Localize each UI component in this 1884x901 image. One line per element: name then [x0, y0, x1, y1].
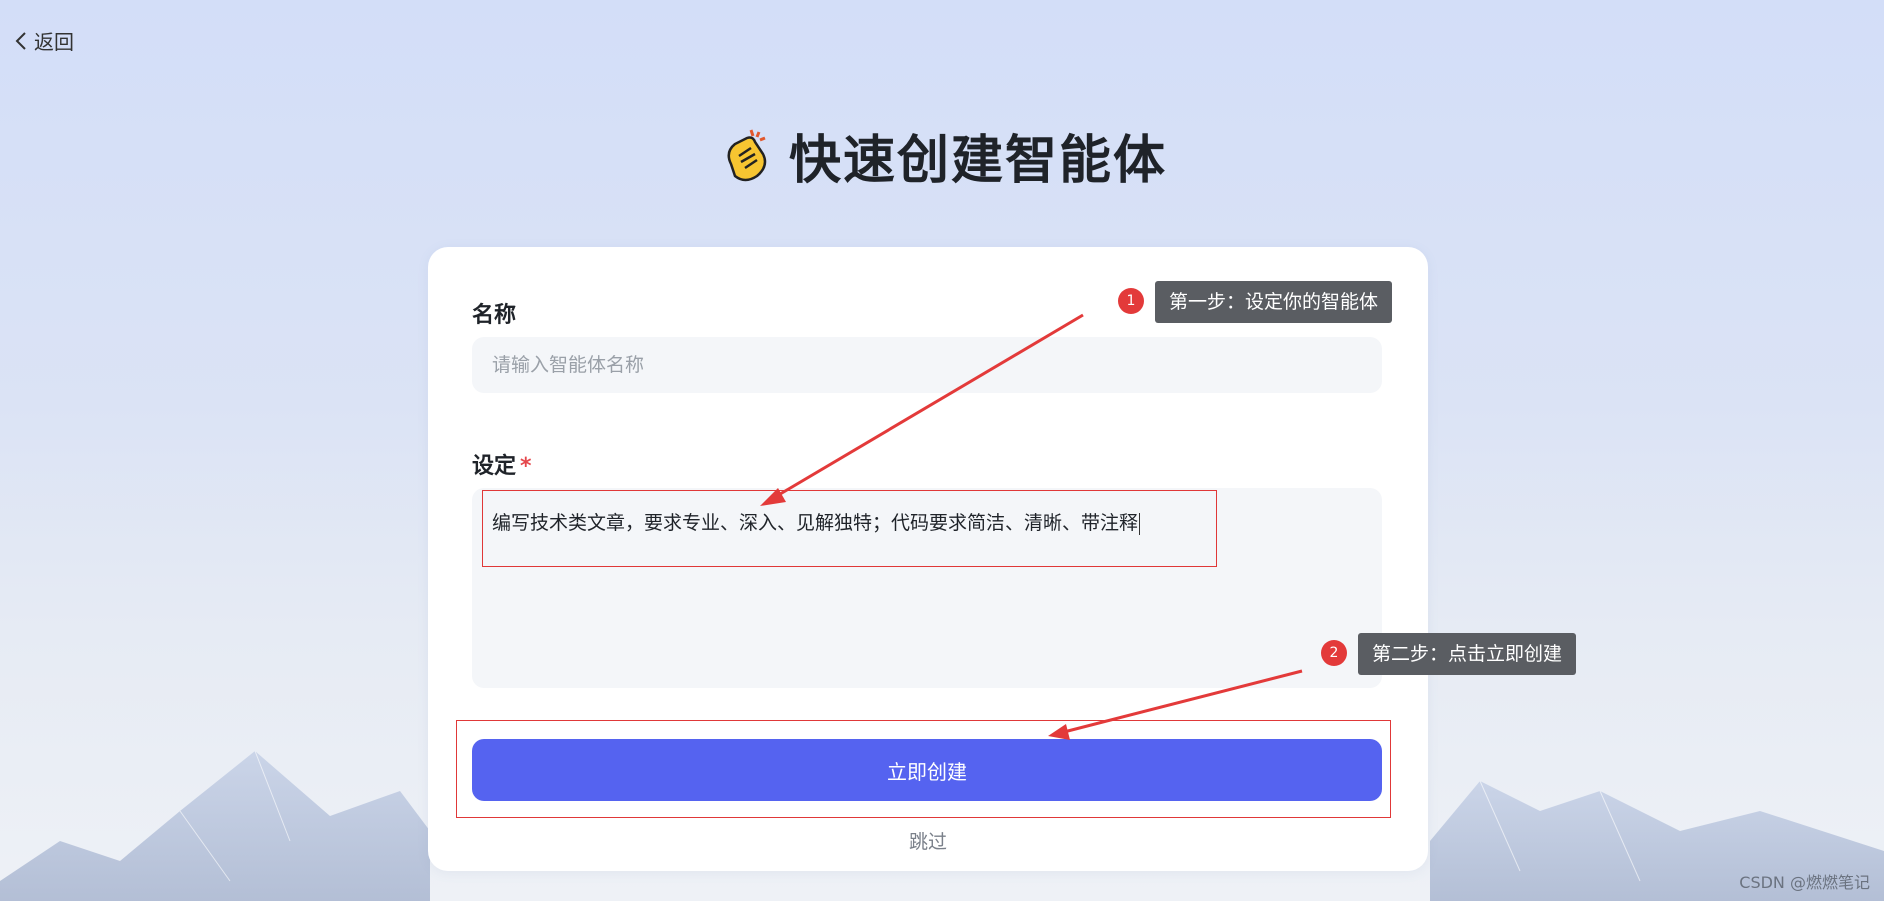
chevron-left-icon [15, 31, 26, 50]
step2-tooltip: 第二步：点击立即创建 [1358, 633, 1577, 675]
step2-badge: 2 [1321, 640, 1347, 666]
step1-tooltip: 第一步：设定你的智能体 [1155, 281, 1393, 323]
skip-link[interactable]: 跳过 [428, 827, 1428, 854]
step1-badge: 1 [1118, 288, 1144, 314]
name-label-text: 名称 [472, 303, 517, 328]
name-input[interactable] [472, 337, 1382, 393]
clapping-hands-icon [727, 129, 767, 181]
page-header: 快速创建智能体 [0, 118, 1884, 193]
setting-label: 设定 * [472, 448, 532, 480]
setting-highlight-box [482, 490, 1217, 567]
back-button[interactable]: 返回 [14, 26, 74, 55]
setting-label-text: 设定 [472, 454, 517, 479]
back-label: 返回 [34, 30, 74, 54]
watermark: CSDN @燃燃笔记 [1739, 873, 1870, 892]
name-label: 名称 [472, 297, 516, 329]
page-title: 快速创建智能体 [788, 131, 1167, 191]
required-mark: * [520, 454, 532, 479]
button-highlight-box [456, 720, 1391, 818]
